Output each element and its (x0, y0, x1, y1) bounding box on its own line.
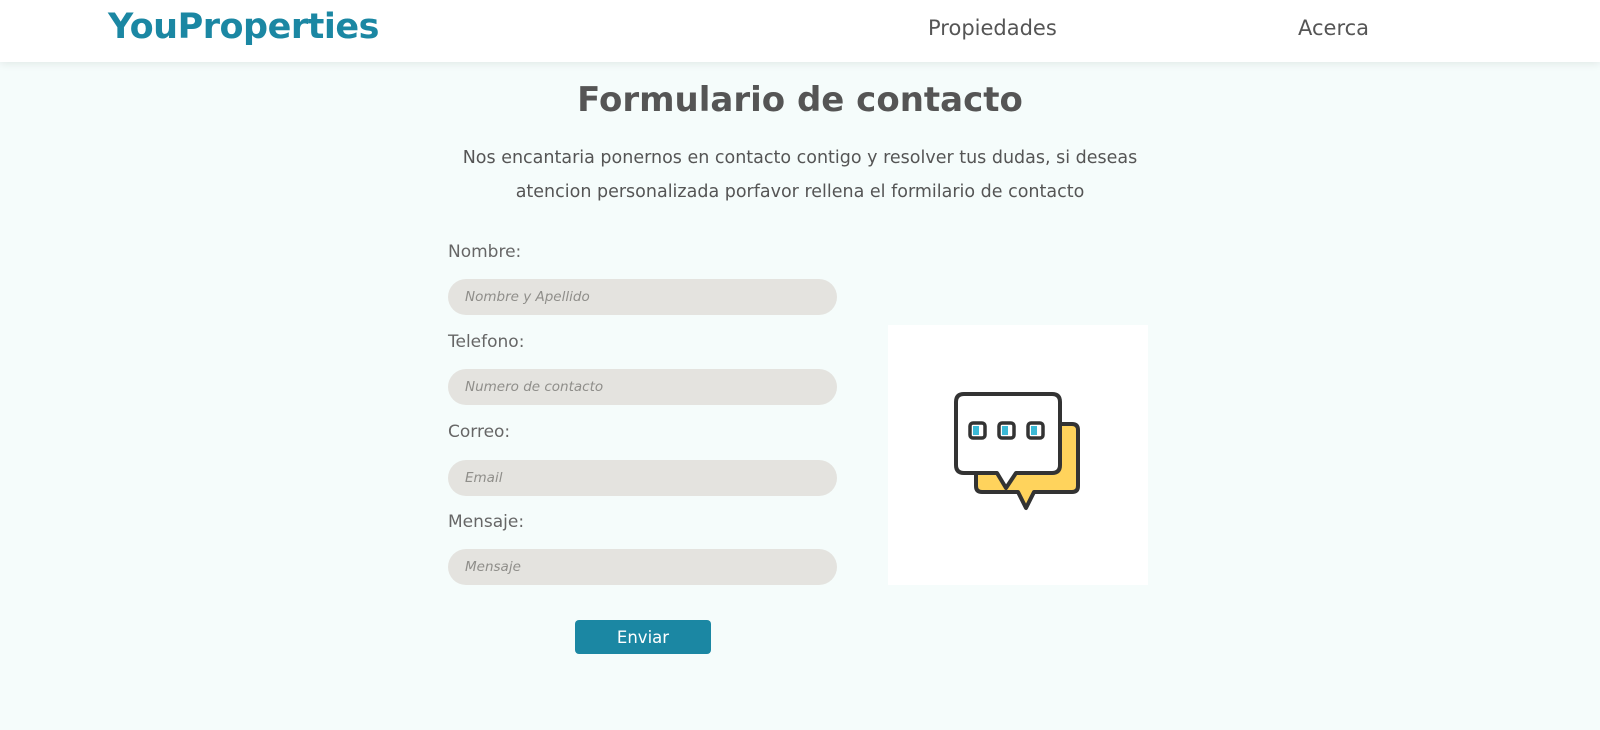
email-label: Correo: (448, 422, 511, 442)
chat-bubbles-icon (954, 392, 1080, 510)
email-input[interactable] (448, 460, 837, 496)
name-label: Nombre: (448, 242, 522, 262)
intro-text: Nos encantaria ponernos en contacto cont… (440, 141, 1160, 209)
brand-logo[interactable]: YouProperties (108, 7, 379, 47)
nav-acerca[interactable]: Acerca (1298, 16, 1369, 40)
site-header: YouProperties Propiedades Acerca (0, 0, 1600, 62)
phone-label: Telefono: (448, 332, 525, 352)
phone-input[interactable] (448, 369, 837, 405)
intro-line-2: atencion personalizada porfavor rellena … (515, 182, 1085, 202)
submit-button[interactable]: Enviar (575, 620, 711, 654)
message-input[interactable] (448, 549, 837, 585)
name-input[interactable] (448, 279, 837, 315)
contact-illustration (888, 325, 1148, 585)
nav-propiedades[interactable]: Propiedades (928, 16, 1057, 40)
page-title: Formulario de contacto (577, 80, 1023, 120)
message-label: Mensaje: (448, 512, 525, 532)
intro-line-1: Nos encantaria ponernos en contacto cont… (462, 148, 1138, 168)
